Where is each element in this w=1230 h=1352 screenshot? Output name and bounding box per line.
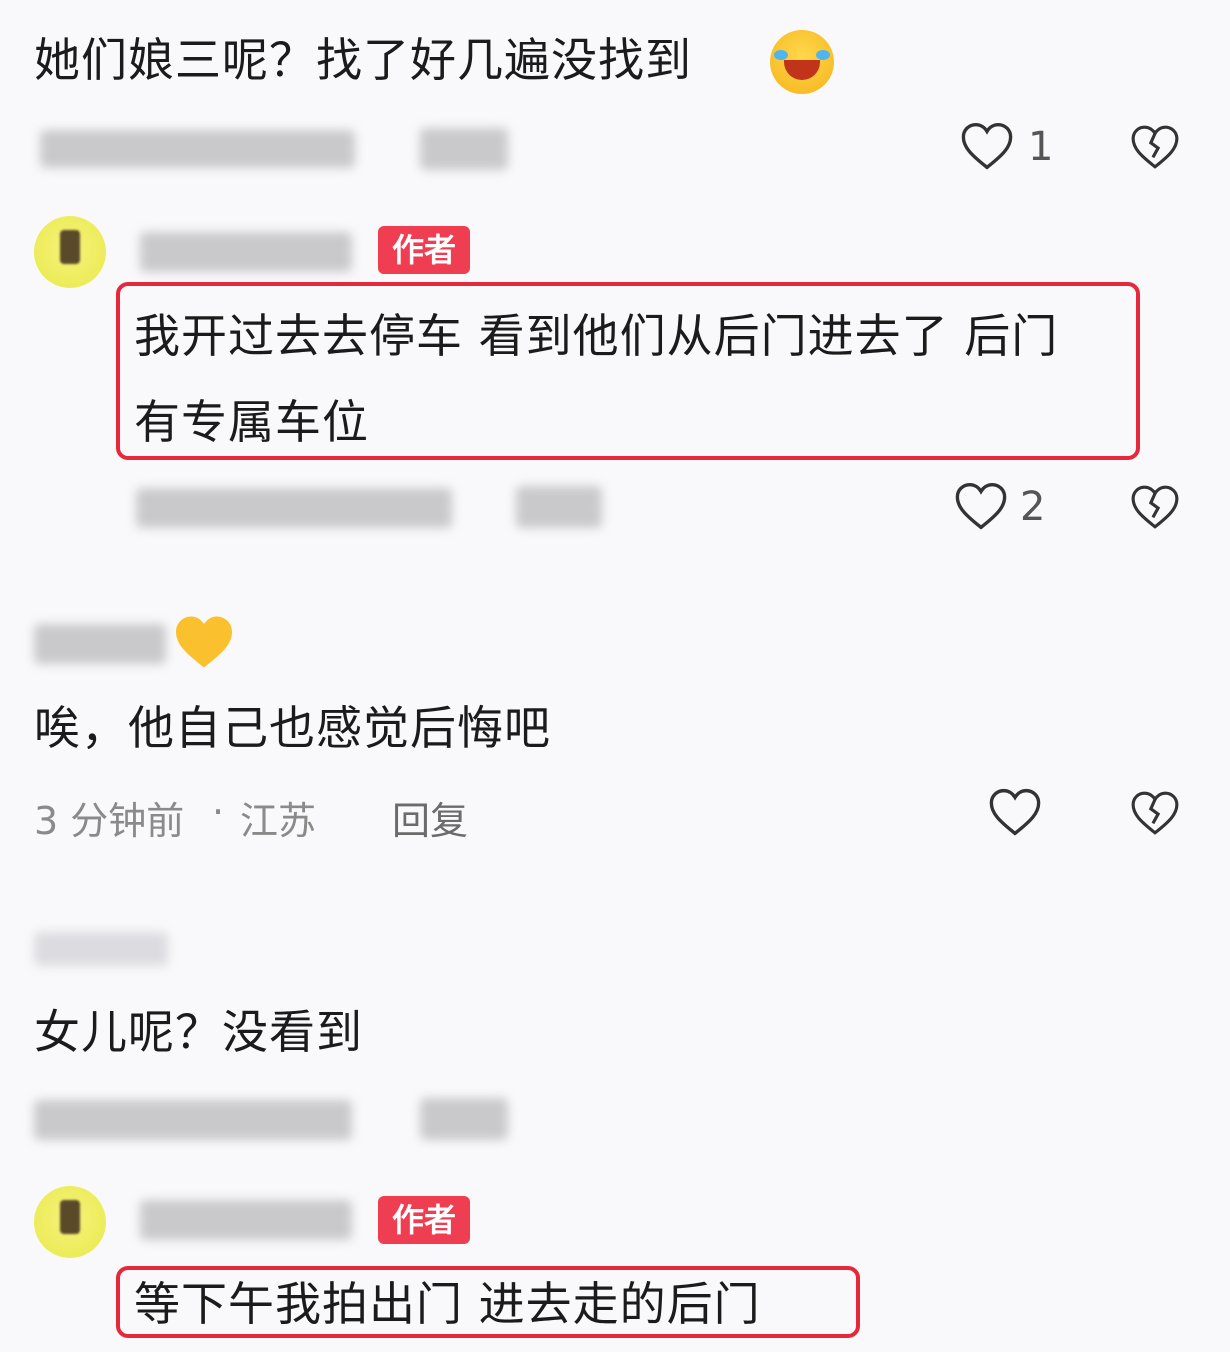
- yellow-heart-emoji-icon: [172, 614, 236, 674]
- author-name-blurred[interactable]: [140, 232, 352, 272]
- laughing-crying-emoji-icon: [770, 30, 834, 94]
- broken-heart-icon[interactable]: [1130, 122, 1180, 172]
- heart-icon[interactable]: [960, 120, 1014, 172]
- comment-4-text: 女儿呢？没看到: [34, 1005, 363, 1059]
- avatar[interactable]: [34, 216, 106, 288]
- author-badge: 作者: [378, 1196, 471, 1244]
- broken-heart-icon[interactable]: [1130, 482, 1180, 532]
- meta-separator: ·: [212, 790, 225, 834]
- comment-3-text: 唉，他自己也感觉后悔吧: [34, 701, 551, 755]
- heart-icon[interactable]: [954, 480, 1008, 532]
- avatar[interactable]: [34, 1186, 106, 1258]
- reply-button[interactable]: 回复: [392, 790, 468, 845]
- comment-3-location: 江苏: [240, 799, 317, 843]
- broken-heart-icon[interactable]: [1130, 788, 1180, 838]
- like-count: 1: [1028, 124, 1054, 170]
- comment-5-text: 等下午我拍出门 进去走的后门: [134, 1277, 761, 1331]
- comment-4-meta-blurred: [34, 1100, 352, 1140]
- comment-1-text: 她们娘三呢？找了好几遍没找到: [34, 33, 692, 87]
- heart-icon[interactable]: [988, 786, 1042, 838]
- author-badge: 作者: [378, 226, 471, 274]
- comment-1-meta-blurred: [40, 130, 355, 168]
- like-count: 2: [1020, 484, 1046, 530]
- comment-2-text-line1: 我开过去去停车 看到他们从后门进去了 后门: [134, 309, 1059, 363]
- comment-2-meta-blurred: [136, 488, 452, 528]
- user-name-blurred[interactable]: [34, 932, 168, 966]
- comment-4-reply-blurred[interactable]: [420, 1098, 508, 1140]
- comment-2-text-line2: 有专属车位: [134, 395, 369, 449]
- comment-3-time: 3 分钟前: [34, 799, 185, 843]
- user-name-blurred[interactable]: [34, 624, 166, 664]
- author-name-blurred[interactable]: [140, 1200, 352, 1240]
- comment-1-reply-blurred[interactable]: [420, 128, 508, 170]
- comment-2-reply-blurred[interactable]: [516, 486, 602, 528]
